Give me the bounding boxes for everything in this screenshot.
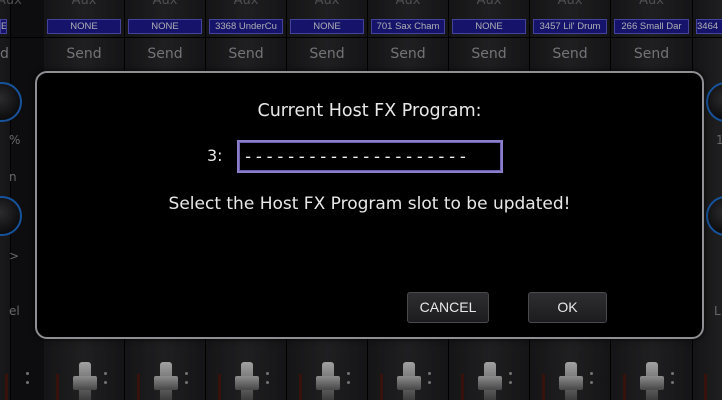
dialog-message: Select the Host FX Program slot to be up…	[168, 194, 571, 214]
dialog-title: Current Host FX Program:	[257, 101, 482, 121]
host-fx-program-dialog: Current Host FX Program: 3: Select the H…	[35, 71, 704, 339]
slot-number-label: 3:	[207, 146, 223, 165]
ok-button[interactable]: OK	[528, 292, 607, 323]
screen: Aux E d Aux NONE Send Aux NONE Send Aux …	[0, 0, 722, 400]
program-name-input[interactable]	[237, 140, 503, 173]
cancel-button[interactable]: CANCEL	[407, 292, 489, 323]
